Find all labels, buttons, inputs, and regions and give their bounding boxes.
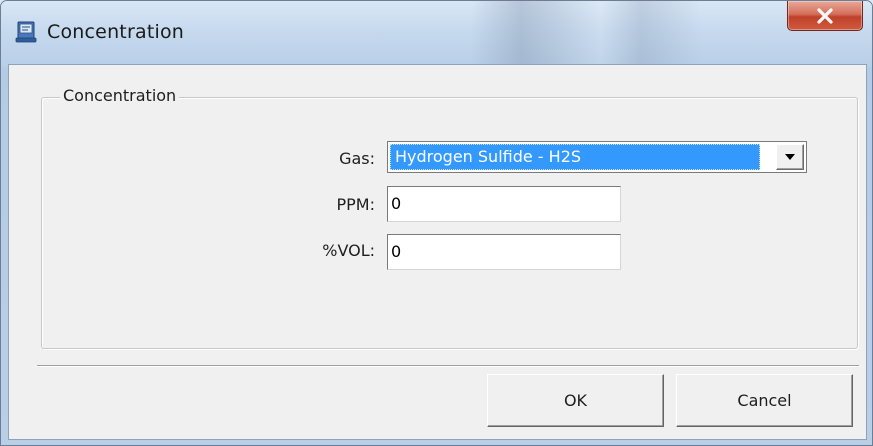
cancel-button[interactable]: Cancel: [676, 374, 853, 427]
groupbox-label: Concentration: [60, 86, 180, 105]
concentration-dialog: Concentration Concentration Gas: Hydroge…: [0, 0, 873, 446]
ok-button[interactable]: OK: [487, 374, 664, 427]
close-button[interactable]: [787, 1, 863, 31]
title-bar[interactable]: Concentration: [1, 1, 872, 67]
gas-selected-value: Hydrogen Sulfide - H2S: [390, 144, 760, 170]
chevron-down-icon: [785, 154, 795, 160]
gas-dropdown-button[interactable]: [776, 144, 804, 170]
dialog-body: Concentration Gas: Hydrogen Sulfide - H2…: [8, 64, 867, 440]
ppm-label: PPM:: [336, 195, 376, 214]
vol-input[interactable]: 0: [387, 234, 621, 270]
ppm-input[interactable]: 0: [387, 186, 621, 222]
app-window-icon: [15, 21, 37, 43]
button-separator: [37, 365, 859, 367]
window-title: Concentration: [47, 21, 185, 43]
gas-select[interactable]: Hydrogen Sulfide - H2S: [387, 141, 807, 173]
close-icon: [817, 8, 833, 24]
gas-label: Gas:: [339, 149, 375, 168]
vol-label: %VOL:: [322, 241, 375, 260]
concentration-groupbox: [41, 97, 858, 349]
